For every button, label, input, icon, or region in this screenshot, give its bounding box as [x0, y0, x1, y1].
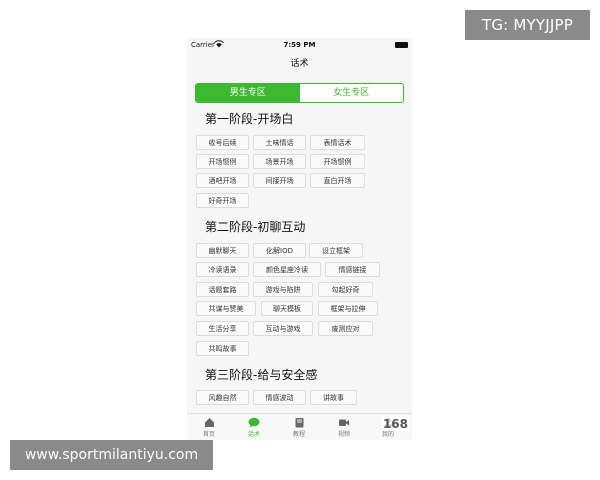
tag-button[interactable]: 酒吧开场	[196, 173, 249, 188]
tag-button[interactable]: 表情话术	[310, 135, 365, 150]
tag-button[interactable]: 生活分享	[196, 321, 249, 336]
segment-male[interactable]: 男生专区	[196, 84, 300, 102]
segment-female[interactable]: 女生专区	[300, 84, 404, 102]
tag-button[interactable]: 聊天模板	[261, 301, 313, 316]
tag-button[interactable]: 勾起好奇	[318, 282, 373, 297]
tag-button[interactable]: 好奇开场	[196, 193, 249, 208]
segmented-control: 男生专区 女生专区	[195, 83, 404, 103]
battery-icon	[395, 42, 408, 48]
section-title-stage-2: 第二阶段-初聊互动	[205, 220, 306, 234]
tab-label: 首页	[202, 431, 215, 438]
tag-button[interactable]: 颜色星座冷读	[253, 262, 321, 277]
tab-label: 我的	[381, 431, 394, 438]
logo-watermark: 168	[380, 417, 410, 431]
tag-button[interactable]: 幽默聊天	[196, 243, 249, 258]
tag-button[interactable]: 化解IOD	[253, 243, 306, 258]
tag-button[interactable]: 共谋与赞美	[196, 301, 256, 316]
tab-home[interactable]: 首页	[189, 416, 229, 438]
tab-videos[interactable]: 视频	[324, 416, 364, 438]
tag-button[interactable]: 游戏与陷阱	[253, 282, 313, 297]
tag-button[interactable]: 风趣自然	[196, 390, 249, 405]
tab-bar: 首页 话术 教程 视频 我的 168	[187, 413, 412, 440]
tab-scripts[interactable]: 话术	[234, 416, 274, 438]
section-title-stage-1: 第一阶段-开场白	[205, 112, 294, 126]
tag-button[interactable]: 讲故事	[310, 390, 357, 405]
page-title: 话术	[290, 59, 309, 69]
tab-label: 教程	[292, 431, 305, 438]
watermark-telegram: TG: MYYJJPP	[465, 10, 590, 40]
tab-label: 视频	[337, 431, 350, 438]
tag-button[interactable]: 开场惯例	[196, 154, 249, 169]
tag-button[interactable]: 开场惯例	[310, 154, 365, 169]
tag-button[interactable]: 直白开场	[310, 173, 365, 188]
tag-button[interactable]: 收号后续	[196, 135, 249, 150]
book-icon	[295, 418, 303, 428]
tag-button[interactable]: 情感链接	[325, 262, 380, 277]
watermark-site-url: www.sportmilantiyu.com	[10, 440, 213, 470]
tag-button[interactable]: 冷读语录	[196, 262, 249, 277]
section-title-stage-3: 第三阶段-给与安全感	[205, 368, 318, 382]
tag-button[interactable]: 框架与拉伸	[318, 301, 378, 316]
phone-screen: Carrier 7:59 PM 话术 男生专区 女生专区 第一阶段-开场白 收号…	[187, 38, 412, 440]
tag-button[interactable]: 废测应对	[318, 321, 373, 336]
tag-button[interactable]: 设立框架	[309, 243, 363, 258]
status-bar: Carrier 7:59 PM	[187, 38, 412, 52]
tag-button[interactable]: 场景开场	[253, 154, 306, 169]
tag-button[interactable]: 情感波动	[253, 390, 306, 405]
tag-button[interactable]: 土味情话	[253, 135, 306, 150]
tag-button[interactable]: 间接开场	[253, 173, 306, 188]
tab-tutorials[interactable]: 教程	[279, 416, 319, 438]
status-time: 7:59 PM	[283, 41, 316, 49]
tag-button[interactable]: 话题套路	[196, 282, 249, 297]
video-icon	[339, 419, 349, 426]
chat-bubble-icon	[248, 417, 260, 428]
home-icon	[204, 418, 214, 427]
tag-button[interactable]: 共鸣故事	[196, 341, 249, 356]
tab-label: 话术	[247, 431, 260, 438]
tag-button[interactable]: 互动与游戏	[253, 321, 313, 336]
